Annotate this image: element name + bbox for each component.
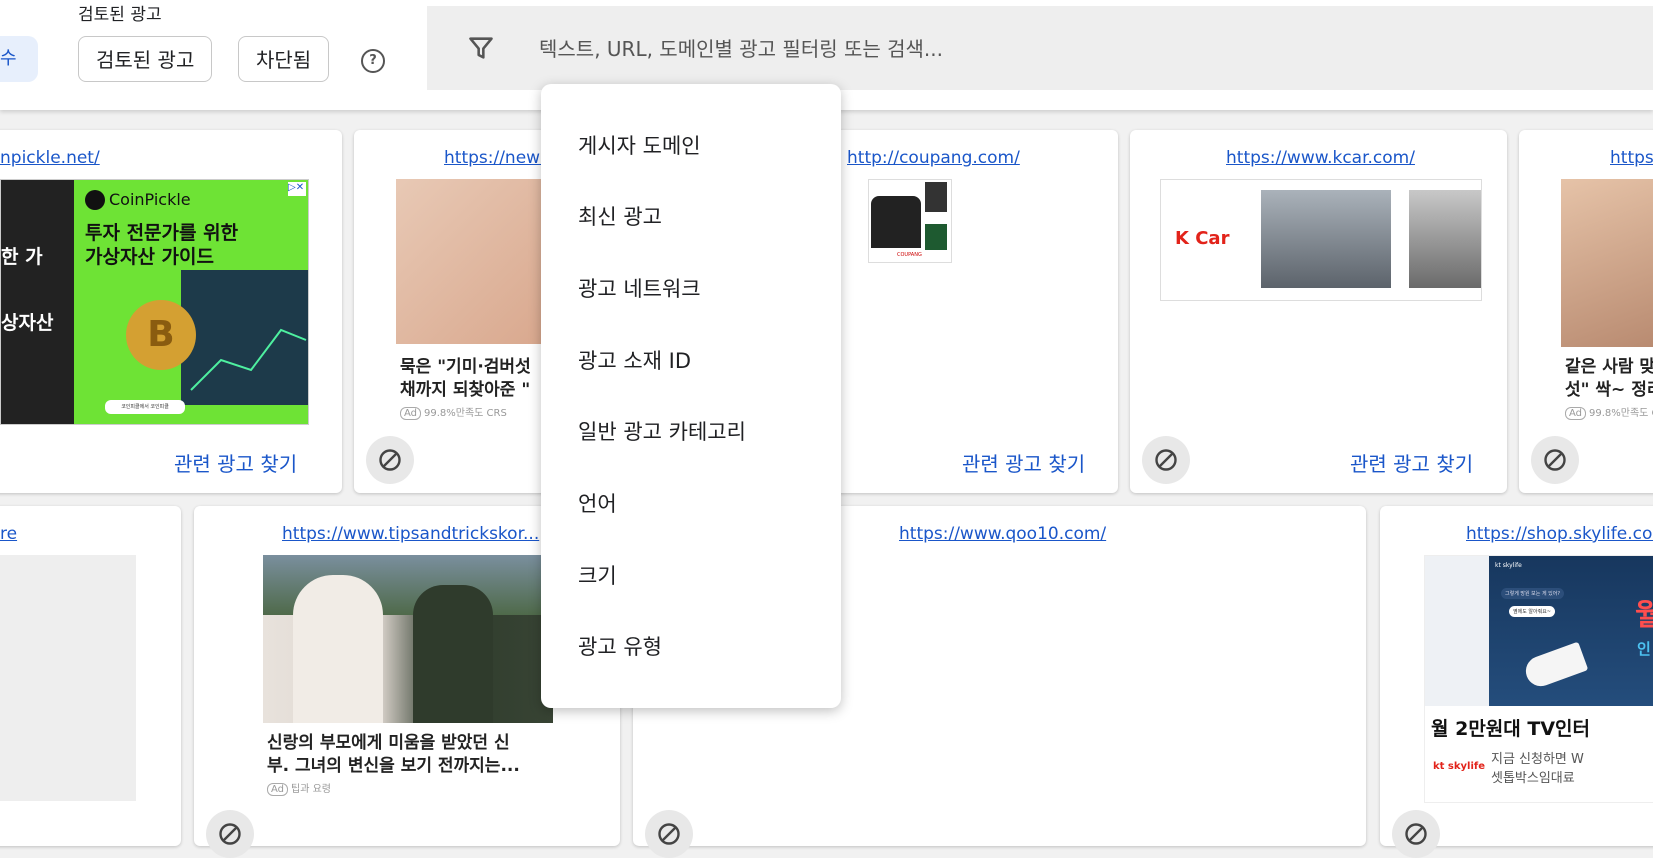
ad-side-text-2: 상자산 xyxy=(1,312,54,334)
ad-subtext-2: 셋톱박스임대료 xyxy=(1491,771,1575,786)
ad-meta-text: 99.8%만족도 C xyxy=(1589,408,1653,419)
ad-url-link[interactable]: npickle.net/ xyxy=(0,148,100,168)
block-ad-button[interactable] xyxy=(206,810,254,858)
ad-image-face xyxy=(1561,179,1653,347)
ad-meta: Ad 99.8%만족도 CRS xyxy=(400,404,507,420)
menu-item-creative-id[interactable]: 광고 소재 ID xyxy=(578,345,691,375)
ad-headline-1: 투자 전문가를 위한 xyxy=(85,222,239,244)
block-icon xyxy=(379,449,401,471)
menu-item-ad-network[interactable]: 광고 네트워크 xyxy=(578,273,701,303)
block-ad-button[interactable] xyxy=(1531,436,1579,484)
ad-image-kcar: K Car xyxy=(1160,179,1482,301)
menu-item-language[interactable]: 언어 xyxy=(578,488,617,518)
filter-icon[interactable] xyxy=(467,34,495,62)
ad-promo-text-1: 월 xyxy=(1635,590,1653,634)
ad-url-link[interactable]: https://www.kcar.com/ xyxy=(1226,148,1415,168)
find-related-ads-link[interactable]: 관련 광고 찾기 xyxy=(962,448,1085,477)
ad-url-link[interactable]: https://www.qoo10.com/ xyxy=(899,524,1106,544)
car-image-2 xyxy=(1409,190,1481,288)
ad-url-link[interactable]: https: xyxy=(1610,148,1653,168)
ad-meta: Ad 팁과 요령 xyxy=(267,780,331,796)
ad-url-link[interactable]: https://www.tipsandtrickskor... xyxy=(282,524,539,544)
ad-caption: 같은 사람 맞 섯" 싹~ 정리 xyxy=(1565,356,1653,402)
ad-headline: 월 2만원대 TV인터 xyxy=(1431,718,1590,740)
ad-caption-line-2: 섯" 싹~ 정리 xyxy=(1565,380,1653,400)
ad-url-link[interactable]: re xyxy=(0,524,17,544)
ad-bubble-1: 그렇게 망원 보는 게 있어? xyxy=(1501,588,1565,599)
block-icon xyxy=(1544,449,1566,471)
ad-brand: kt skylife xyxy=(1433,761,1486,772)
ad-meta: Ad 99.8%만족도 C xyxy=(1565,404,1653,420)
bitcoin-icon: B xyxy=(126,300,196,370)
ad-card-kcar: https://www.kcar.com/ K Car 관련 광고 찾기 xyxy=(1130,130,1507,493)
ad-small-text: 코인피클에서 코인피클 Coinpickle.net xyxy=(105,400,185,414)
menu-item-size[interactable]: 크기 xyxy=(578,560,617,590)
ad-image-coinpickle: 한 가 상자산 CoinPickle ▷✕ 투자 전문가를 위한 가상자산 가이… xyxy=(0,179,309,425)
ad-bubble-2: 옆에도 알아줘요~ xyxy=(1509,606,1555,617)
ad-caption-line-2: 부. 그녀의 변신을 보기 전까지는... xyxy=(267,756,520,776)
ad-brand-small: kt skylife xyxy=(1495,562,1522,569)
filter-dropdown-menu: 게시자 도메인 최신 광고 광고 네트워크 광고 소재 ID 일반 광고 카테고… xyxy=(541,84,841,708)
ad-image-skylife: kt skylife 그렇게 망원 보는 게 있어? 옆에도 알아줘요~ 월 인… xyxy=(1424,555,1653,803)
ad-card-coinpickle: npickle.net/ 한 가 상자산 CoinPickle ▷✕ 투자 전문… xyxy=(0,130,342,493)
ad-image-skin xyxy=(396,179,546,344)
block-ad-button[interactable] xyxy=(645,810,693,858)
ad-url-link[interactable]: https://news xyxy=(444,148,549,168)
find-related-ads-link[interactable]: 관련 광고 찾기 xyxy=(1350,448,1473,477)
block-icon xyxy=(1155,449,1177,471)
block-icon xyxy=(1405,823,1427,845)
help-icon[interactable]: ? xyxy=(361,49,385,73)
menu-item-publisher-domain[interactable]: 게시자 도메인 xyxy=(578,130,701,160)
ad-url-link[interactable]: http://coupang.com/ xyxy=(847,148,1020,168)
search-bar xyxy=(427,6,1653,92)
blocked-chip[interactable]: 차단됨 xyxy=(238,36,330,82)
partial-filter-chip[interactable]: 수 xyxy=(0,36,38,82)
block-icon xyxy=(658,823,680,845)
reviewed-ads-chip[interactable]: 검토된 광고 xyxy=(78,36,213,82)
ad-caption-line-2: 채까지 되찾아준 " xyxy=(400,380,531,400)
ad-brand: CoinPickle xyxy=(109,190,191,209)
ad-caption: 신랑의 부모에게 미움을 받았던 신 부. 그녀의 변신을 보기 전까지는... xyxy=(267,732,557,778)
ad-card-skylife: https://shop.skylife.co.k kt skylife 그렇게… xyxy=(1380,506,1653,858)
search-input[interactable] xyxy=(537,6,1541,92)
menu-item-latest-ads[interactable]: 최신 광고 xyxy=(578,201,662,231)
ad-meta-text: 팁과 요령 xyxy=(291,784,331,795)
adchoices-icon[interactable]: ▷✕ xyxy=(288,182,306,196)
ad-caption-line-1: 같은 사람 맞 xyxy=(1565,357,1653,377)
ad-caption-line-1: 신랑의 부모에게 미움을 받았던 신 xyxy=(267,733,510,753)
ad-caption: 묵은 "기미·검버섯 채까지 되찾아준 " xyxy=(400,356,550,402)
block-ad-button[interactable] xyxy=(366,436,414,484)
ad-small-text: COUPANG xyxy=(897,252,922,258)
chart-graphic xyxy=(181,270,308,405)
block-ad-button[interactable] xyxy=(1392,810,1440,858)
ad-image-coupang: COUPANG xyxy=(868,179,952,263)
ad-image-wedding xyxy=(263,555,553,723)
ad-side-text-1: 한 가 xyxy=(1,246,43,268)
coinpickle-logo-icon xyxy=(85,190,105,210)
ad-card-partial-right: https: 같은 사람 맞 섯" 싹~ 정리 Ad99.8%만족도 C xyxy=(1519,130,1653,493)
ad-promo-text-2: 인 xyxy=(1637,640,1651,658)
ad-meta-text: 99.8%만족도 CRS xyxy=(424,408,507,419)
car-image-1 xyxy=(1261,190,1391,288)
block-ad-button[interactable] xyxy=(1142,436,1190,484)
find-related-ads-link[interactable]: 관련 광고 찾기 xyxy=(174,448,297,477)
reviewed-ads-label: 검토된 광고 xyxy=(78,5,162,25)
ad-card-partial-left: re xyxy=(0,506,181,846)
block-icon xyxy=(219,823,241,845)
menu-item-ad-type[interactable]: 광고 유형 xyxy=(578,631,662,661)
ad-image-placeholder xyxy=(0,555,136,801)
ad-headline-2: 가상자산 가이드 xyxy=(85,246,214,268)
ad-subtext-1: 지금 신청하면 W xyxy=(1491,752,1584,767)
ad-caption-line-1: 묵은 "기미·검버섯 xyxy=(400,357,531,377)
ad-brand: K Car xyxy=(1175,228,1230,249)
menu-item-general-category[interactable]: 일반 광고 카테고리 xyxy=(578,416,746,446)
ad-url-link[interactable]: https://shop.skylife.co.k xyxy=(1466,524,1653,544)
